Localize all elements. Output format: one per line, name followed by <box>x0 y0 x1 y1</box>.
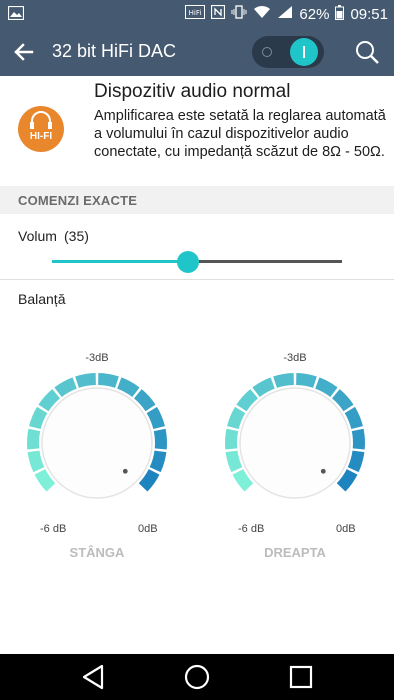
right-dial-graphic[interactable] <box>210 345 380 525</box>
audio-device-info: HI-FI Dispozitiv audio normal Amplificar… <box>0 76 394 182</box>
dial-top-label: -3dB <box>283 352 307 364</box>
toggle-knob <box>290 38 318 66</box>
dial-knob[interactable] <box>239 387 351 499</box>
navigation-bar <box>0 654 394 700</box>
nav-recents-icon[interactable] <box>287 663 315 691</box>
dial-segment <box>225 428 239 450</box>
battery-icon <box>335 4 345 24</box>
wifi-icon <box>253 5 271 23</box>
dial-segment <box>149 450 167 473</box>
gallery-notification-icon <box>7 5 25 25</box>
dial-min-label: -6 dB <box>40 523 67 535</box>
right-balance-dial[interactable]: -3dB -6 dB 0dB DREAPTA <box>210 345 380 565</box>
section-header: COMENZI EXACTE <box>0 186 394 214</box>
signal-icon <box>277 5 293 23</box>
divider <box>0 279 394 280</box>
volume-value: (35) <box>64 228 89 244</box>
dial-min-label: -6 dB <box>238 523 265 535</box>
nav-back-icon[interactable] <box>80 663 108 691</box>
hifi-icon: HiFi <box>185 5 206 23</box>
info-title: Dispozitiv audio normal <box>94 81 291 102</box>
dial-segment <box>27 428 41 450</box>
toggle-off-indicator <box>262 47 272 57</box>
hifi-badge-label: HI-FI <box>29 131 53 142</box>
battery-percent: 62% <box>299 5 330 23</box>
dial-channel-label: STÂNGA <box>69 545 125 560</box>
left-balance-dial[interactable]: -3dB -6 dB 0dB STÂNGA <box>12 345 182 565</box>
status-time: 09:51 <box>350 5 388 23</box>
volume-slider-track <box>199 260 342 263</box>
vibrate-icon <box>231 5 247 23</box>
hifi-badge-text: HiFi <box>189 9 202 17</box>
dac-toggle-switch[interactable] <box>252 36 324 68</box>
volume-slider[interactable] <box>52 250 342 274</box>
dial-channel-label: DREAPTA <box>264 545 326 560</box>
dial-segment <box>98 373 119 388</box>
dial-indicator <box>320 468 326 474</box>
dial-segment <box>273 373 294 388</box>
app-bar: 32 bit HiFi DAC <box>0 28 394 76</box>
dial-indicator <box>122 468 128 474</box>
balance-label: Balanță <box>18 291 66 307</box>
nav-home-icon[interactable] <box>183 663 211 691</box>
dial-segment <box>296 373 317 388</box>
status-bar: HiFi 62% 09:51 <box>0 0 394 28</box>
search-icon[interactable] <box>354 39 380 65</box>
volume-slider-fill <box>52 260 189 263</box>
page-title: 32 bit HiFi DAC <box>52 41 177 61</box>
dial-segment <box>27 450 45 473</box>
nfc-icon <box>211 4 226 23</box>
dial-segment <box>75 373 96 388</box>
dial-knob[interactable] <box>41 387 153 499</box>
dial-segment <box>351 428 365 450</box>
volume-label: Volum <box>18 228 57 244</box>
dial-max-label: 0dB <box>336 523 356 535</box>
dial-max-label: 0dB <box>138 523 158 535</box>
section-header-label: COMENZI EXACTE <box>18 193 138 208</box>
dial-segment <box>225 450 243 473</box>
dial-top-label: -3dB <box>85 352 109 364</box>
dial-segment <box>153 428 167 450</box>
volume-slider-thumb[interactable] <box>177 251 200 273</box>
left-dial-graphic[interactable] <box>12 345 182 525</box>
hifi-headphones-icon: HI-FI <box>18 106 64 152</box>
info-description: Amplificarea este setată la reglarea aut… <box>94 108 386 160</box>
back-arrow-icon[interactable] <box>12 40 36 64</box>
dial-segment <box>347 450 365 473</box>
